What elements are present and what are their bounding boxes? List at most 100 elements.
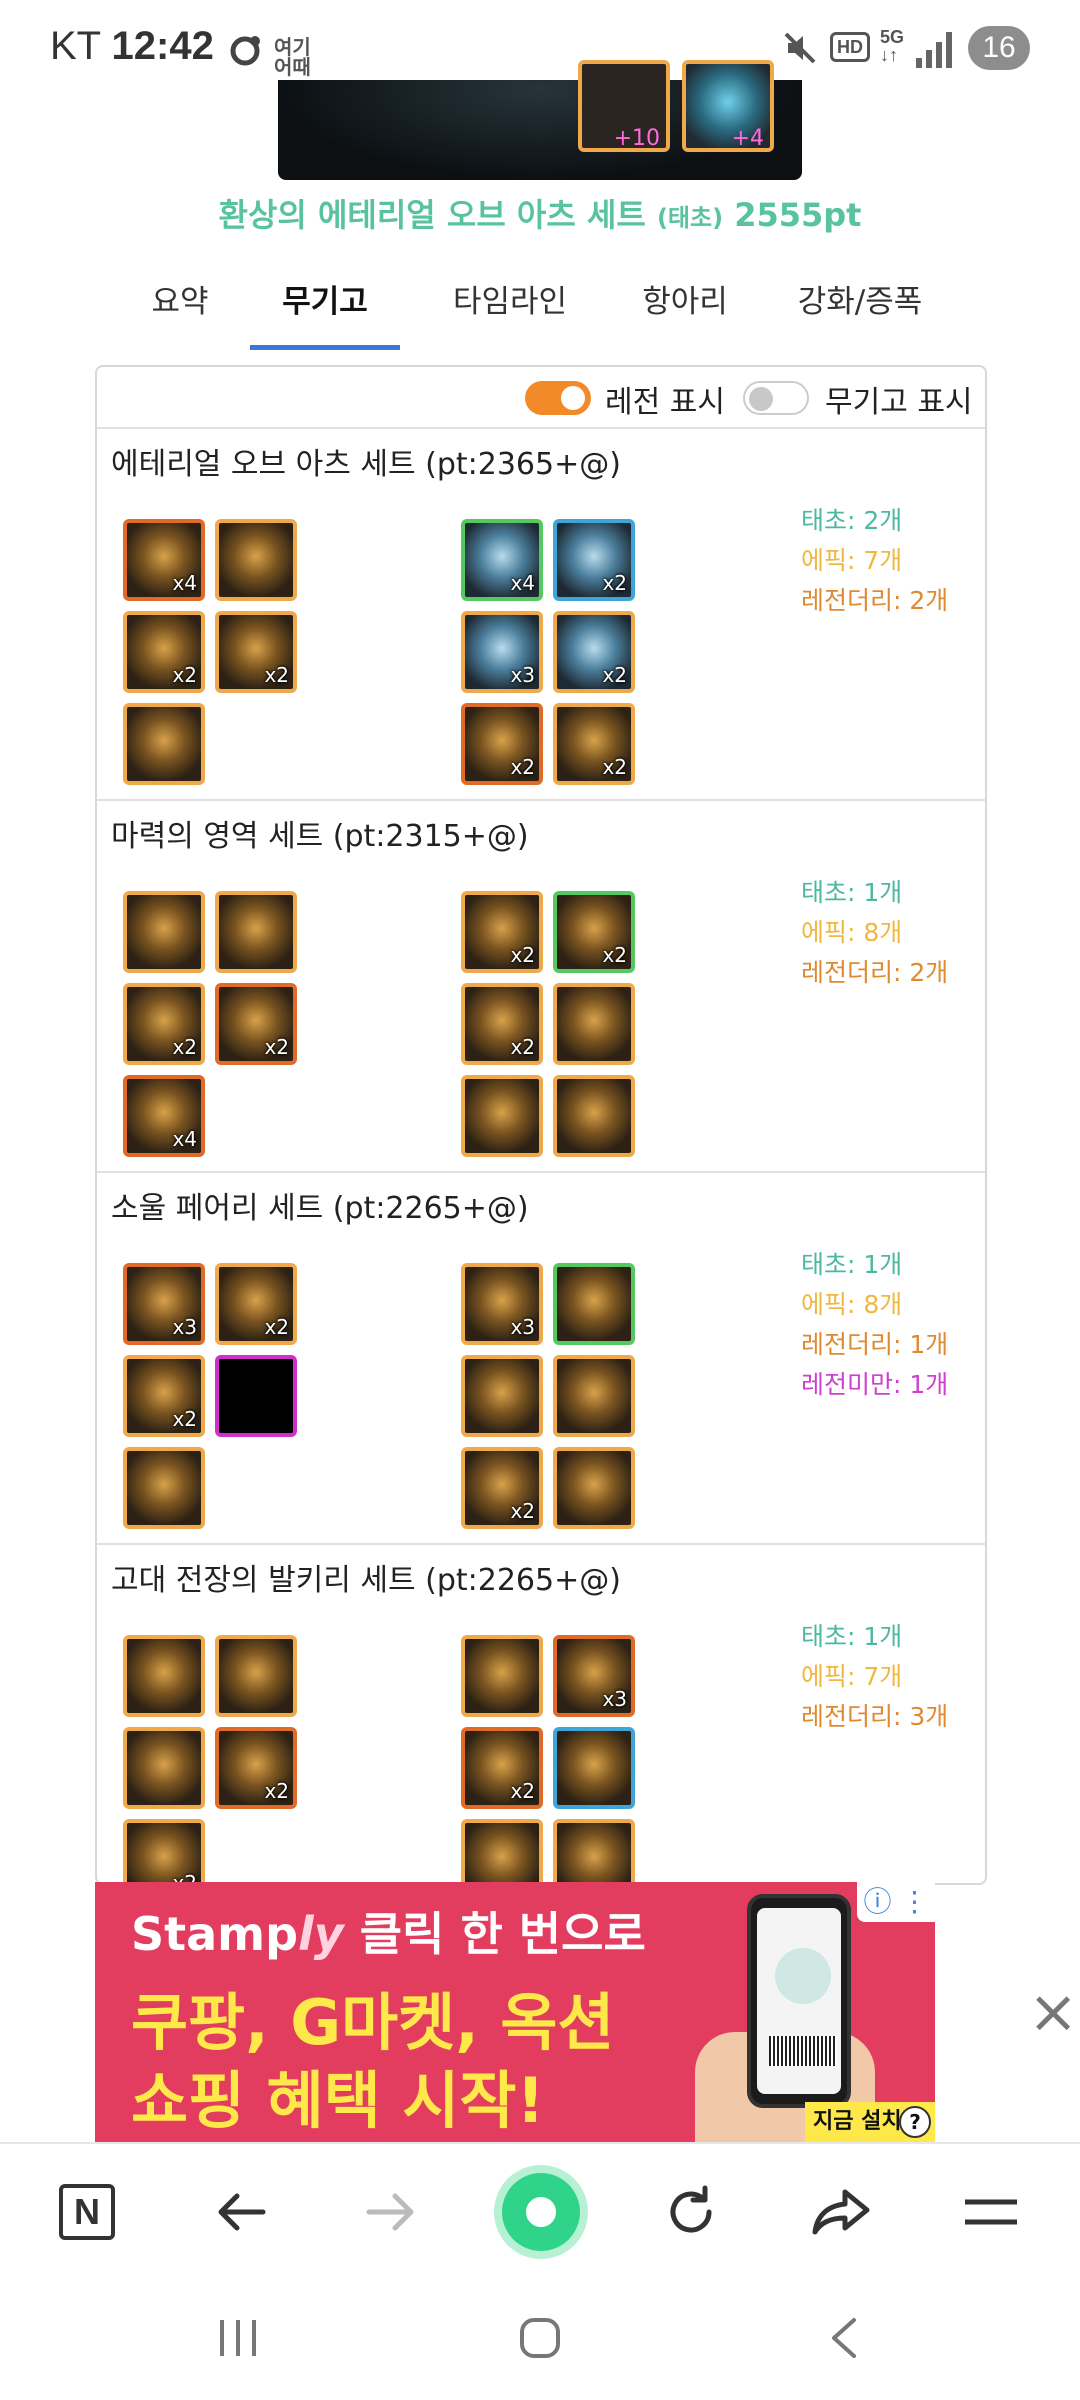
equipment-item[interactable] (123, 891, 205, 973)
tab-enhance[interactable]: 강화/증폭 (780, 270, 940, 350)
equipment-item[interactable]: x2 (123, 983, 205, 1065)
tab-jar[interactable]: 항아리 (620, 270, 750, 350)
hd-icon: HD (830, 32, 870, 62)
equipment-item[interactable]: x2 (461, 983, 543, 1065)
rarity-count: 태초: 1개 (801, 1250, 903, 1279)
item-quantity: x2 (172, 1035, 197, 1059)
equipment-item[interactable] (461, 1355, 543, 1437)
equipment-item[interactable]: x3 (461, 611, 543, 693)
share-icon[interactable] (786, 2144, 896, 2280)
ad-install-button[interactable]: 지금 설치? (805, 2102, 935, 2142)
equipment-item[interactable]: x2 (123, 1819, 205, 1883)
equipment-item[interactable]: x2 (461, 1447, 543, 1529)
help-icon[interactable]: ? (899, 2106, 931, 2138)
equipment-item[interactable]: x2 (461, 891, 543, 973)
forward-arrow-icon[interactable] (336, 2144, 446, 2280)
recents-icon[interactable] (216, 2316, 260, 2360)
carrier-time: KT 12:42 (50, 24, 214, 69)
equipment-item[interactable]: x4 (123, 1075, 205, 1157)
item-upgrade: +4 (731, 126, 764, 151)
legend-toggle[interactable] (525, 381, 591, 415)
equipment-item[interactable]: x2 (553, 891, 635, 973)
equipment-item[interactable] (553, 1819, 635, 1883)
equipment-item[interactable] (461, 1819, 543, 1883)
equipment-item[interactable] (553, 1355, 635, 1437)
equipment-item[interactable]: x4 (123, 519, 205, 601)
equipment-item[interactable]: x3 (461, 1263, 543, 1345)
equipment-item[interactable]: x2 (123, 611, 205, 693)
equipment-item[interactable]: x2 (215, 983, 297, 1065)
armory-toggle[interactable] (743, 381, 809, 415)
green-home-icon[interactable] (486, 2144, 596, 2280)
equipment-item[interactable] (553, 1447, 635, 1529)
equipment-item[interactable] (553, 1727, 635, 1809)
equipment-item[interactable] (553, 1263, 635, 1345)
equipment-item[interactable] (123, 1727, 205, 1809)
item-quantity: x2 (264, 1035, 289, 1059)
back-icon[interactable] (826, 2316, 862, 2360)
home-icon[interactable] (518, 2316, 562, 2360)
rarity-count: 레전미만: 1개 (801, 1370, 949, 1399)
rarity-count: 에픽: 8개 (801, 1290, 903, 1319)
item-quantity: x4 (172, 571, 197, 595)
ad-line3: 쇼핑 혜택 시작! (131, 2064, 545, 2137)
reload-icon[interactable] (636, 2144, 746, 2280)
equipment-item[interactable]: x2 (461, 1727, 543, 1809)
ad-banner[interactable]: Stamply 클릭 한 번으로 쿠팡, G마켓, 옥션 쇼핑 혜택 시작! ⓘ… (95, 1882, 935, 2142)
item-quantity: x2 (172, 663, 197, 687)
rarity-counts: 태초: 1개 에픽: 8개 레전더리: 1개 레전미만: 1개 (801, 1245, 948, 1405)
set-title-name: 환상의 에테리얼 오브 아츠 세트 (218, 196, 646, 234)
equipment-item[interactable]: x2 (553, 519, 635, 601)
item-quantity: x2 (602, 571, 627, 595)
equipment-item[interactable]: x2 (215, 611, 297, 693)
equipment-item[interactable]: x2 (215, 1727, 297, 1809)
item-quantity: x4 (172, 1127, 197, 1151)
menu-icon[interactable] (936, 2144, 1046, 2280)
equipment-item[interactable]: x3 (553, 1635, 635, 1717)
equipment-item[interactable] (215, 891, 297, 973)
equipment-item[interactable] (123, 1635, 205, 1717)
n-home-icon[interactable]: N (32, 2144, 142, 2280)
item-quantity: x2 (264, 663, 289, 687)
equipment-item[interactable] (553, 983, 635, 1065)
ad-info-icon[interactable]: ⓘ ⋮ (857, 1882, 935, 1922)
ad-line2: 쿠팡, G마켓, 옥션 (131, 1986, 615, 2059)
item-quantity: x3 (602, 1687, 627, 1711)
equipment-item[interactable]: x2 (553, 703, 635, 785)
item-quantity: x2 (264, 1315, 289, 1339)
equipment-item[interactable]: x2 (461, 703, 543, 785)
set-block: 에테리얼 오브 아츠 세트 (pt:2365+@) x4 x2 x2 x4 x2 x3 x2 x… (97, 429, 985, 801)
back-arrow-icon[interactable] (186, 2144, 296, 2280)
item-quantity: x2 (264, 1779, 289, 1803)
ad-close-button[interactable]: × (1028, 1982, 1080, 2042)
pinwheel-icon (230, 36, 260, 66)
set-block: 마력의 영역 세트 (pt:2315+@) x2 x2 x4 x2 x2 x2 태초: 1개 에… (97, 801, 985, 1173)
equipment-item[interactable] (123, 1447, 205, 1529)
equipment-item[interactable] (215, 519, 297, 601)
toggle-knob (561, 386, 585, 410)
signal-icon (916, 32, 952, 68)
equipment-item[interactable]: x2 (123, 1355, 205, 1437)
tab-timeline[interactable]: 타임라인 (430, 270, 590, 350)
rarity-counts: 태초: 1개 에픽: 8개 레전더리: 2개 (801, 873, 948, 993)
equipment-item[interactable] (461, 1075, 543, 1157)
item-quantity: x2 (510, 943, 535, 967)
item-quantity: x3 (510, 1315, 535, 1339)
equipment-item[interactable] (215, 1355, 297, 1437)
rarity-count: 에픽: 7개 (801, 1662, 903, 1691)
tab-bar: 요약 무기고 타임라인 항아리 강화/증폭 (130, 270, 950, 350)
tab-summary[interactable]: 요약 (130, 270, 230, 350)
equipment-item[interactable] (461, 1635, 543, 1717)
equipment-item[interactable] (123, 703, 205, 785)
battery-indicator: 16 (968, 26, 1030, 70)
ad-brand-suffix: ly (298, 1907, 344, 1961)
item-quantity: x2 (510, 755, 535, 779)
item-upgrade: +10 (613, 126, 660, 151)
equipment-item[interactable]: x3 (123, 1263, 205, 1345)
equipment-item[interactable]: x2 (553, 611, 635, 693)
equipment-item[interactable] (553, 1075, 635, 1157)
equipment-item[interactable]: x2 (215, 1263, 297, 1345)
tab-armory[interactable]: 무기고 (250, 270, 400, 350)
equipment-item[interactable]: x4 (461, 519, 543, 601)
equipment-item[interactable] (215, 1635, 297, 1717)
